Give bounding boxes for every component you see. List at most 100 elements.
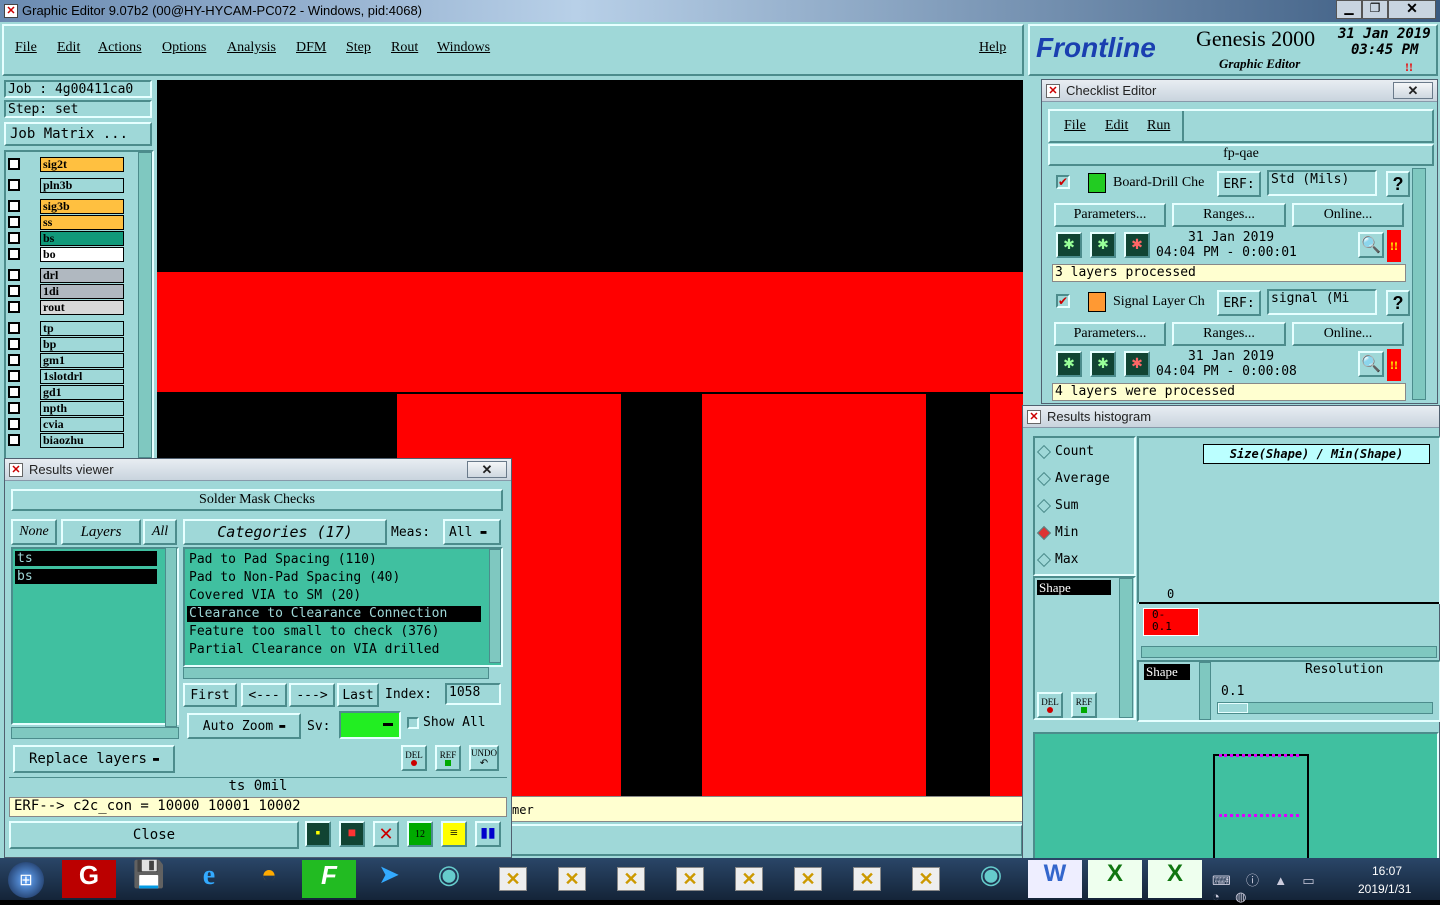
- menu-dfm[interactable]: DFM: [296, 40, 326, 56]
- layer-row-drl[interactable]: drl: [6, 268, 124, 283]
- layer-name[interactable]: bs: [40, 231, 124, 246]
- layer-row-gd1[interactable]: gd1: [6, 385, 124, 400]
- layer-row-1slotdrl[interactable]: 1slotdrl: [6, 369, 124, 384]
- layer-row-biaozhu[interactable]: biaozhu: [6, 433, 124, 448]
- erf-field[interactable]: signal (Mi: [1267, 289, 1377, 315]
- meas-select[interactable]: All ▬: [443, 519, 501, 545]
- layer-checkbox[interactable]: [8, 285, 20, 297]
- layer-name[interactable]: drl: [40, 268, 124, 283]
- tool-icon-1[interactable]: ▪: [305, 821, 331, 847]
- replace-layers-select[interactable]: Replace layers ▬: [13, 745, 175, 773]
- auto-zoom-select[interactable]: Auto Zoom ▬: [187, 713, 301, 739]
- layers-button[interactable]: Layers: [61, 519, 141, 545]
- layer-name[interactable]: rout: [40, 300, 124, 315]
- all-layers-button[interactable]: All: [143, 519, 177, 545]
- layer-row-ss[interactable]: ss: [6, 215, 124, 230]
- resolution-slider-thumb[interactable]: [1218, 703, 1248, 713]
- maximize-button[interactable]: ❐: [1362, 0, 1388, 19]
- layer-name[interactable]: sig3b: [40, 199, 124, 214]
- layer-row-bp[interactable]: bp: [6, 337, 124, 352]
- taskbar-app-excel-2[interactable]: X: [1148, 860, 1202, 898]
- layer-row-gm1[interactable]: gm1: [6, 353, 124, 368]
- last-button[interactable]: Last: [337, 683, 379, 707]
- check-enabled-checkbox[interactable]: ✔: [1056, 175, 1070, 189]
- taskbar-app-save[interactable]: 💾: [122, 860, 176, 898]
- category-item[interactable]: Clearance to Clearance Connection: [187, 606, 481, 622]
- results-del-button[interactable]: DEL: [401, 745, 427, 771]
- histogram-option-min[interactable]: Min: [1036, 525, 1078, 540]
- layer-name[interactable]: bo: [40, 247, 124, 262]
- tool-icon-4[interactable]: 12: [407, 821, 433, 847]
- menu-options[interactable]: Options: [162, 40, 206, 56]
- taskbar-app-word[interactable]: W: [1028, 860, 1082, 898]
- layer-row-tp[interactable]: tp: [6, 321, 124, 336]
- sv-color-select[interactable]: ▬: [339, 711, 401, 739]
- layer-name[interactable]: cvia: [40, 417, 124, 432]
- layer-name[interactable]: ss: [40, 215, 124, 230]
- layer-checkbox[interactable]: [8, 322, 20, 334]
- run-check-icon[interactable]: ✱: [1056, 232, 1082, 258]
- layer-checkbox[interactable]: [8, 301, 20, 313]
- categories-button[interactable]: Categories (17): [183, 519, 387, 545]
- layer-checkbox[interactable]: [8, 338, 20, 350]
- layer-row-pln3b[interactable]: pln3b: [6, 178, 124, 193]
- layer-checkbox[interactable]: [8, 418, 20, 430]
- checklist-menu-edit[interactable]: Edit: [1105, 118, 1128, 134]
- categories-hscroll[interactable]: [183, 667, 489, 679]
- layer-row-npth[interactable]: npth: [6, 401, 124, 416]
- layer-item-bs[interactable]: bs: [15, 569, 157, 584]
- layer-checkbox[interactable]: [8, 232, 20, 244]
- none-button[interactable]: None: [11, 519, 57, 545]
- results-close-text-button[interactable]: Close: [9, 821, 299, 849]
- histogram-option-count[interactable]: Count: [1036, 444, 1094, 459]
- layer-name[interactable]: npth: [40, 401, 124, 416]
- erf-button[interactable]: ERF:: [1217, 171, 1261, 197]
- taskbar-genesis-window[interactable]: ✕: [840, 862, 894, 896]
- stop-check-icon[interactable]: ✱: [1124, 351, 1150, 377]
- histogram-list-item[interactable]: Shape: [1037, 580, 1111, 595]
- histogram-hscroll[interactable]: [1141, 646, 1437, 658]
- taskbar-genesis-window[interactable]: ✕: [545, 862, 599, 896]
- run-check-icon-2[interactable]: ✱: [1090, 351, 1116, 377]
- layer-name[interactable]: gd1: [40, 385, 124, 400]
- layer-checkbox[interactable]: [8, 269, 20, 281]
- histogram-del-button[interactable]: DEL: [1037, 692, 1063, 718]
- layer-row-bo[interactable]: bo: [6, 247, 124, 262]
- taskbar-app-feather[interactable]: ➤: [362, 860, 416, 898]
- taskbar-genesis-window[interactable]: ✕: [663, 862, 717, 896]
- taskbar-app-ie[interactable]: e: [182, 860, 236, 898]
- index-input[interactable]: 1058: [445, 683, 501, 705]
- layer-name[interactable]: gm1: [40, 353, 124, 368]
- layers-list-hscroll[interactable]: [11, 727, 179, 739]
- check-help-button[interactable]: ?: [1386, 290, 1410, 316]
- layer-row-rout[interactable]: rout: [6, 300, 124, 315]
- layer-row-cvia[interactable]: cvia: [6, 417, 124, 432]
- layer-checkbox[interactable]: [8, 402, 20, 414]
- histogram-shape-item[interactable]: Shape: [1144, 664, 1190, 680]
- close-button[interactable]: ✕: [1388, 0, 1436, 19]
- layers-list-scrollbar[interactable]: [165, 547, 177, 727]
- resolution-slider[interactable]: [1217, 702, 1433, 714]
- results-undo-button[interactable]: UNDO ↶: [469, 745, 499, 771]
- online-button[interactable]: Online...: [1292, 322, 1404, 346]
- taskbar-app-f[interactable]: F: [302, 860, 356, 898]
- menu-rout[interactable]: Rout: [391, 40, 418, 56]
- layer-checkbox[interactable]: [8, 248, 20, 260]
- erf-field[interactable]: Std (Mils): [1267, 170, 1377, 196]
- shape-list-scrollbar[interactable]: [1199, 662, 1211, 720]
- layer-row-sig3b[interactable]: sig3b: [6, 199, 124, 214]
- layer-checkbox[interactable]: [8, 386, 20, 398]
- tool-icon-5[interactable]: ≡: [441, 821, 467, 847]
- category-item[interactable]: Pad to Non-Pad Spacing (40): [187, 570, 481, 586]
- taskbar-app-excel-1[interactable]: X: [1088, 860, 1142, 898]
- histogram-ref-button[interactable]: REF: [1071, 692, 1097, 718]
- tray-icons[interactable]: ⌨ ⓘ ▲ ▭ ◔ ◍: [1212, 870, 1342, 904]
- layer-checkbox[interactable]: [8, 216, 20, 228]
- categories-scrollbar[interactable]: [489, 549, 501, 663]
- results-ref-button[interactable]: REF: [435, 745, 461, 771]
- histogram-option-sum[interactable]: Sum: [1036, 498, 1078, 513]
- minimize-button[interactable]: ▁: [1336, 0, 1362, 19]
- checklist-menu-run[interactable]: Run: [1147, 118, 1170, 134]
- layer-row-bs[interactable]: bs: [6, 231, 124, 246]
- layer-row-1di[interactable]: 1di: [6, 284, 124, 299]
